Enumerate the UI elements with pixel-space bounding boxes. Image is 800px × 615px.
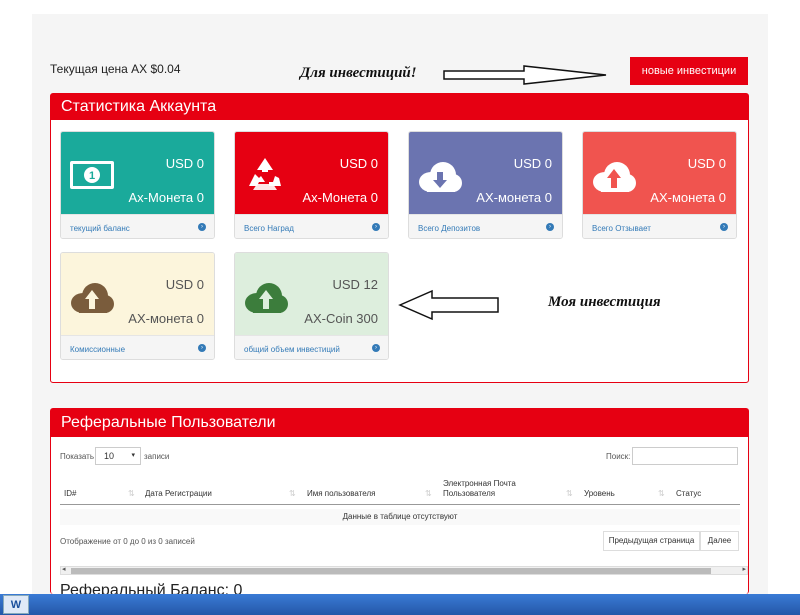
arrow-circle-right-icon: › (198, 344, 206, 352)
card-footer-label: общий объем инвестиций (244, 345, 340, 354)
page-size-select[interactable]: 10 ▾ (95, 447, 141, 465)
column-header[interactable]: Дата Регистрации (145, 489, 212, 498)
card-total-deposits: USD 0 AX-монета 0 Всего Депозитов › (408, 131, 563, 239)
card-body: USD 0 AX-монета 0 (583, 132, 736, 214)
previous-page-button[interactable]: Предыдущая страница (603, 531, 700, 551)
card-body: 1 USD 0 Ax-Монета 0 (61, 132, 214, 214)
column-header[interactable]: Электронная Почта Пользователя (443, 479, 553, 499)
card-body: USD 0 Ax-Монета 0 (235, 132, 388, 214)
card-coin: Ax-Монета 0 (128, 190, 204, 205)
arrow-right-annotation (443, 65, 607, 85)
card-coin: AX-монета 0 (476, 190, 552, 205)
card-body: USD 12 AX-Coin 300 (235, 253, 388, 335)
arrow-left-annotation (398, 289, 499, 321)
arrow-circle-right-icon: › (372, 223, 380, 231)
sort-icon: ⇅ (658, 489, 665, 498)
show-label: Показать (60, 452, 95, 461)
sort-icon: ⇅ (566, 489, 573, 498)
card-coin: AX-Coin 300 (304, 311, 378, 326)
card-footer-label: Всего Депозитов (418, 224, 481, 233)
card-footer-label: Всего Отзывает (592, 224, 651, 233)
card-footer-link[interactable]: Всего Наград › (235, 214, 388, 238)
card-commissions: USD 0 AX-монета 0 Комиссионные › (60, 252, 215, 360)
arrow-circle-right-icon: › (720, 223, 728, 231)
table-info: Отображение от 0 до 0 из 0 записей (60, 537, 195, 546)
empty-table-message: Данные в таблице отсутствуют (60, 509, 740, 525)
card-usd: USD 0 (687, 156, 726, 171)
card-total-investment: USD 12 AX-Coin 300 общий объем инвестици… (234, 252, 389, 360)
card-footer-link[interactable]: текущий баланс › (61, 214, 214, 238)
cloud-download-icon (419, 162, 462, 192)
card-current-balance: 1 USD 0 Ax-Монета 0 текущий баланс › (60, 131, 215, 239)
current-price: Текущая цена AX $0.04 (50, 62, 181, 76)
sort-icon: ⇅ (425, 489, 432, 498)
records-label: записи (144, 452, 170, 461)
column-header[interactable]: Статус (676, 489, 701, 498)
column-header[interactable]: Уровень (584, 489, 615, 498)
card-footer-link[interactable]: Комиссионные › (61, 335, 214, 359)
table-header-divider (60, 504, 740, 505)
windows-taskbar: W (0, 594, 800, 615)
scroll-right-icon[interactable]: ▸ (742, 565, 746, 573)
cloud-upload-icon (593, 162, 636, 192)
word-app-icon[interactable]: W (3, 595, 29, 614)
card-usd: USD 0 (165, 277, 204, 292)
column-header[interactable]: ID# (64, 489, 76, 498)
card-footer-label: Всего Наград (244, 224, 294, 233)
search-input[interactable] (632, 447, 738, 465)
card-footer-link[interactable]: общий объем инвестиций › (235, 335, 388, 359)
recycle-icon (249, 158, 281, 190)
card-footer-label: текущий баланс (70, 224, 130, 233)
card-coin: AX-монета 0 (650, 190, 726, 205)
column-header[interactable]: Имя пользователя (307, 489, 375, 498)
svg-text:1: 1 (89, 170, 95, 182)
cloud-upload-icon (245, 283, 288, 313)
annotation-invest: Для инвестиций! (300, 65, 417, 81)
card-footer-link[interactable]: Всего Депозитов › (409, 214, 562, 238)
screen: Текущая цена AX $0.04 Для инвестиций! но… (0, 0, 800, 615)
arrow-circle-right-icon: › (372, 344, 380, 352)
card-total-withdrawals: USD 0 AX-монета 0 Всего Отзывает › (582, 131, 737, 239)
cloud-upload-icon (71, 283, 114, 313)
card-usd: USD 0 (165, 156, 204, 171)
arrow-circle-right-icon: › (198, 223, 206, 231)
dropdown-arrow-icon: ▾ (131, 452, 135, 459)
card-coin: AX-монета 0 (128, 311, 204, 326)
card-body: USD 0 AX-монета 0 (61, 253, 214, 335)
stats-panel-title: Статистика Аккаунта (51, 94, 748, 120)
arrow-circle-right-icon: › (546, 223, 554, 231)
card-body: USD 0 AX-монета 0 (409, 132, 562, 214)
card-usd: USD 12 (332, 277, 378, 292)
referral-panel-title: Реферальные Пользователи (51, 409, 748, 437)
sort-icon: ⇅ (128, 489, 135, 498)
money-icon: 1 (70, 161, 114, 189)
card-footer-label: Комиссионные (70, 345, 126, 354)
scrollbar-thumb[interactable] (71, 568, 711, 574)
horizontal-scrollbar[interactable]: ◂ ▸ (60, 566, 748, 575)
sort-icon: ⇅ (289, 489, 296, 498)
scroll-left-icon[interactable]: ◂ (62, 565, 66, 573)
new-investment-button[interactable]: новые инвестиции (630, 57, 748, 85)
card-usd: USD 0 (339, 156, 378, 171)
card-total-rewards: USD 0 Ax-Монета 0 Всего Наград › (234, 131, 389, 239)
page-size-value: 10 (104, 451, 115, 461)
annotation-my-investment: Моя инвестиция (548, 294, 661, 310)
next-page-button[interactable]: Далее (700, 531, 739, 551)
card-footer-link[interactable]: Всего Отзывает › (583, 214, 736, 238)
search-label: Поиск: (606, 452, 631, 461)
card-usd: USD 0 (513, 156, 552, 171)
card-coin: Ax-Монета 0 (302, 190, 378, 205)
